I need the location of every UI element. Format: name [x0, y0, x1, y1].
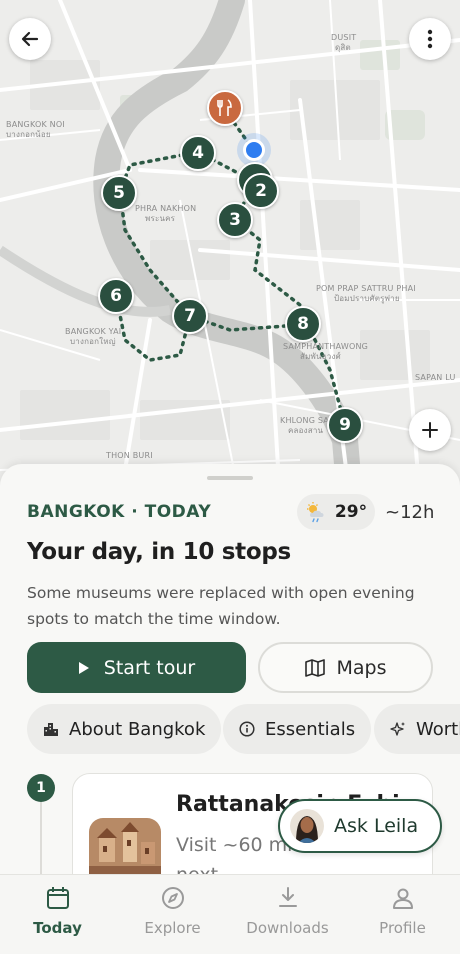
- nav-label: Profile: [379, 919, 426, 937]
- stop-pin-4[interactable]: 4: [180, 135, 216, 171]
- stop-pin-5[interactable]: 5: [101, 175, 137, 211]
- restaurant-pin[interactable]: [207, 90, 243, 126]
- chip-label: About Bangkok: [69, 718, 206, 740]
- plus-icon: [422, 422, 438, 438]
- map-label: ดุสิต: [335, 43, 351, 52]
- map-label: คลองสาน: [288, 426, 324, 435]
- avatar: [290, 809, 324, 843]
- nav-explore[interactable]: Explore: [115, 875, 230, 954]
- timeline-connector: [40, 802, 42, 874]
- stop-pin-2[interactable]: 2: [243, 173, 279, 209]
- more-vertical-icon: [427, 29, 433, 49]
- temperature: 29°: [334, 502, 368, 522]
- back-button[interactable]: [9, 18, 51, 60]
- city-icon: [44, 723, 58, 736]
- chip-label: Worth: [416, 718, 460, 740]
- stop-pin-3[interactable]: 3: [217, 202, 253, 238]
- sheet-handle[interactable]: [207, 476, 253, 480]
- map-label: SAPAN LU: [415, 373, 456, 382]
- maps-button[interactable]: Maps: [258, 642, 433, 693]
- trip-duration: ~12h: [385, 502, 435, 523]
- weather-badge[interactable]: 29°: [297, 494, 375, 530]
- map-label: DUSIT: [331, 33, 357, 42]
- map-icon: [304, 658, 325, 677]
- map-label: ป้อมปราบศัตรูพ่าย: [334, 294, 400, 303]
- person-icon: [392, 888, 413, 909]
- more-options-button[interactable]: [409, 18, 451, 60]
- compass-icon: [161, 887, 184, 909]
- stop-number: 1: [27, 774, 55, 802]
- map-label: THON BURI: [106, 451, 153, 460]
- map-label: POM PRAP SATTRU PHAI: [316, 284, 416, 293]
- download-icon: [278, 887, 297, 907]
- map-label: BANGKOK NOI: [6, 120, 65, 129]
- map-label: บางกอกใหญ่: [70, 337, 116, 346]
- chip-label: Essentials: [265, 718, 356, 740]
- map-label: SAMPHANTHAWONG: [283, 342, 369, 351]
- chip-worth[interactable]: Worth: [374, 704, 460, 754]
- stop-pin-8[interactable]: 8: [285, 306, 321, 342]
- current-location-dot: [243, 139, 265, 161]
- nav-label: Today: [33, 919, 82, 937]
- nav-downloads[interactable]: Downloads: [230, 875, 345, 954]
- location-title: BANGKOK · TODAY: [27, 502, 212, 522]
- ask-leila-button[interactable]: Ask Leila: [278, 799, 442, 853]
- map-label: พระนคร: [145, 214, 176, 223]
- stop-pin-6[interactable]: 6: [98, 278, 134, 314]
- partly-cloudy-rain-icon: [306, 502, 324, 523]
- stop-thumbnail: [89, 818, 161, 874]
- fork-knife-icon: [217, 99, 232, 116]
- nav-profile[interactable]: Profile: [345, 875, 460, 954]
- map-label: PHRA NAKHON: [135, 204, 197, 213]
- ask-leila-label: Ask Leila: [334, 815, 419, 837]
- map-label: KHLONG SA: [280, 416, 329, 425]
- start-tour-button[interactable]: Start tour: [27, 642, 246, 693]
- nav-label: Explore: [144, 919, 201, 937]
- calendar-icon: [46, 887, 69, 909]
- nav-label: Downloads: [246, 919, 329, 937]
- chip-about-bangkok[interactable]: About Bangkok: [27, 704, 222, 754]
- maps-label: Maps: [336, 656, 387, 679]
- stop-pin-9[interactable]: 9: [327, 407, 363, 443]
- sparkle-icon: [390, 722, 405, 736]
- map-view[interactable]: BANGKOK NOI บางกอกน้อย DUSIT ดุสิต PHRA …: [0, 0, 460, 500]
- arrow-left-icon: [21, 31, 39, 47]
- bottom-navigation: Today Explore Downloads Profile: [0, 874, 460, 954]
- chip-essentials[interactable]: Essentials: [223, 704, 372, 754]
- nav-today[interactable]: Today: [0, 875, 115, 954]
- info-icon: [239, 721, 255, 737]
- start-tour-label: Start tour: [103, 656, 196, 679]
- page-title: Your day, in 10 stops: [27, 539, 291, 565]
- zoom-in-button[interactable]: [409, 409, 451, 451]
- map-label: บางกอกน้อย: [6, 130, 51, 139]
- map-base: [0, 0, 460, 500]
- map-label: BANGKOK YAI: [65, 327, 122, 336]
- play-icon: [78, 661, 89, 674]
- stop-pin-7[interactable]: 7: [172, 298, 208, 334]
- map-label: สัมพันธวงศ์: [300, 352, 341, 361]
- plan-note: Some museums were replaced with open eve…: [27, 584, 415, 628]
